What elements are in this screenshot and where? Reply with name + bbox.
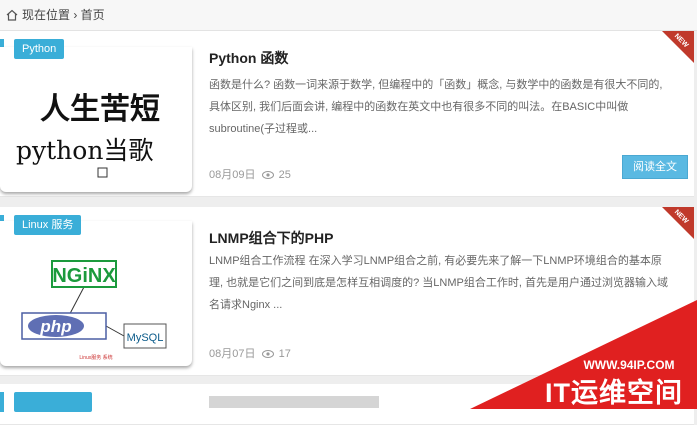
eye-icon bbox=[261, 350, 274, 358]
new-ribbon-badge: NEW bbox=[662, 207, 694, 239]
new-ribbon-badge: NEW bbox=[662, 31, 694, 63]
breadcrumb: 现在位置 › 首页 bbox=[0, 0, 697, 31]
home-icon[interactable] bbox=[6, 9, 18, 21]
thumb-calligraphy-line1: 人生苦短 bbox=[40, 92, 160, 127]
post-card bbox=[0, 384, 694, 425]
post-card: 人生苦短 python当歌 Python Python 函数 函数是什么? 函数… bbox=[0, 31, 694, 197]
category-tag[interactable]: Python bbox=[14, 39, 65, 59]
post-title[interactable] bbox=[209, 396, 379, 408]
post-meta: 08月07日 17 bbox=[209, 345, 291, 361]
thumb-caption: Linux服务 系统 bbox=[79, 354, 112, 361]
post-title[interactable]: LNMP组合下的PHP bbox=[209, 228, 333, 248]
post-card: NGiNX php MySQL Linux服务 系统 Linux 服务 LNMP… bbox=[0, 207, 694, 376]
post-excerpt: LNMP组合工作流程 在深入学习LNMP组合之前, 有必要先来了解一下LNMP环… bbox=[209, 255, 668, 311]
post-date: 08月09日 bbox=[209, 169, 256, 181]
post-thumbnail[interactable]: NGiNX php MySQL Linux服务 系统 bbox=[0, 221, 192, 366]
eye-icon bbox=[261, 171, 274, 179]
category-stripe bbox=[0, 392, 4, 412]
thumb-php-text: php bbox=[39, 317, 71, 336]
breadcrumb-text: 现在位置 › 首页 bbox=[22, 8, 105, 22]
category-tag[interactable] bbox=[14, 392, 92, 412]
post-views: 25 bbox=[278, 169, 291, 181]
post-views: 17 bbox=[278, 348, 291, 360]
thumb-nginx-text: NGiNX bbox=[52, 265, 116, 287]
post-date: 08月07日 bbox=[209, 348, 256, 360]
thumb-calligraphy-line2: python当歌 bbox=[16, 136, 153, 165]
category-tag[interactable]: Linux 服务 bbox=[14, 215, 82, 235]
thumb-mysql-text: MySQL bbox=[127, 332, 164, 344]
post-excerpt: 函数是什么? 函数一词来源于数学, 但编程中的「函数」概念, 与数学中的函数是有… bbox=[209, 79, 663, 135]
read-more-button[interactable]: 阅读全文 bbox=[622, 155, 688, 179]
post-title[interactable]: Python 函数 bbox=[209, 48, 288, 68]
post-meta: 08月09日 25 bbox=[209, 166, 291, 182]
post-thumbnail[interactable]: 人生苦短 python当歌 bbox=[0, 47, 192, 192]
